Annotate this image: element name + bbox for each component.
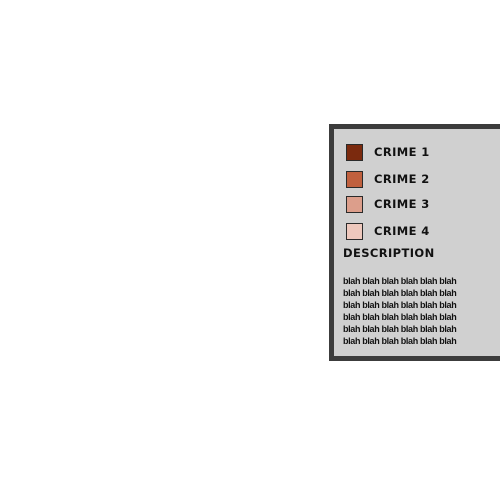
description-line: blah blah blah blah blah blah (343, 312, 457, 322)
legend-swatch (346, 170, 363, 188)
legend-item-crime-3: CRIME 3 (346, 195, 430, 213)
legend-item-label: CRIME 3 (374, 197, 430, 211)
description-line: blah blah blah blah blah blah (343, 288, 457, 298)
legend-item-crime-2: CRIME 2 (346, 170, 430, 188)
description-line: blah blah blah blah blah blah (343, 324, 457, 334)
legend-item-label: CRIME 2 (374, 172, 430, 186)
description-body: blah blah blah blah blah blah blah blah … (343, 275, 493, 347)
description-line: blah blah blah blah blah blah (343, 336, 457, 346)
legend-item-crime-4: CRIME 4 (346, 222, 430, 240)
legend-item-crime-1: CRIME 1 (346, 143, 430, 161)
legend-item-label: CRIME 1 (374, 145, 430, 159)
map-canvas: CRIME 1 CRIME 2 CRIME 3 CRIME 4 DESCRIPT… (0, 0, 500, 500)
description-line: blah blah blah blah blah blah (343, 276, 457, 286)
legend-swatch (346, 195, 363, 213)
legend-swatch (346, 143, 363, 161)
legend-swatch (346, 222, 363, 240)
description-line: blah blah blah blah blah blah (343, 300, 457, 310)
legend-item-label: CRIME 4 (374, 224, 430, 238)
legend-panel: CRIME 1 CRIME 2 CRIME 3 CRIME 4 DESCRIPT… (329, 124, 500, 361)
description-heading: DESCRIPTION (343, 246, 435, 260)
